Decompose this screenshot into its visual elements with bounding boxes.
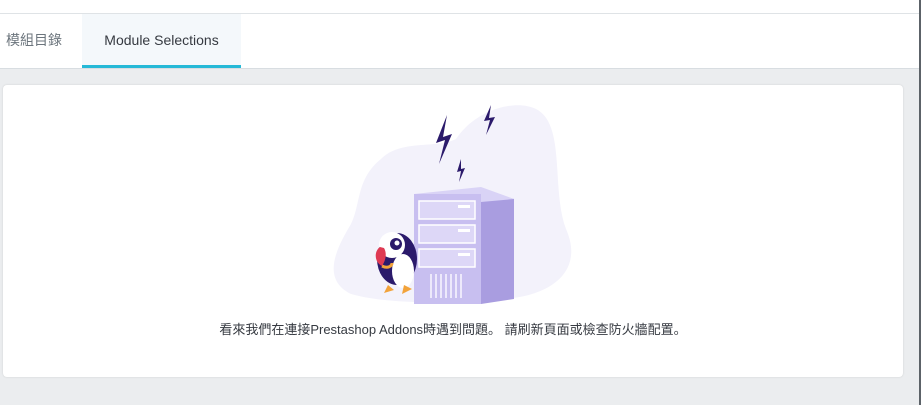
- tab-bar: 模組目錄 Module Selections: [0, 14, 919, 69]
- tab-module-catalog[interactable]: 模組目錄: [0, 14, 82, 68]
- server-drive-bay: [418, 248, 476, 268]
- connection-error-message: 看來我們在連接Prestashop Addons時遇到問題。 請刷新頁面或檢查防…: [219, 322, 687, 337]
- drive-led: [458, 205, 470, 208]
- top-bar: [0, 0, 921, 14]
- server-drive-bay: [418, 224, 476, 244]
- drive-led: [458, 229, 470, 232]
- server-side: [481, 189, 514, 304]
- disconnected-server-illustration: [333, 105, 572, 304]
- tab-module-selections[interactable]: Module Selections: [82, 14, 241, 68]
- server-drive-bay: [418, 200, 476, 220]
- error-card: 看來我們在連接Prestashop Addons時遇到問題。 請刷新頁面或檢查防…: [3, 85, 903, 377]
- drive-led: [458, 253, 470, 256]
